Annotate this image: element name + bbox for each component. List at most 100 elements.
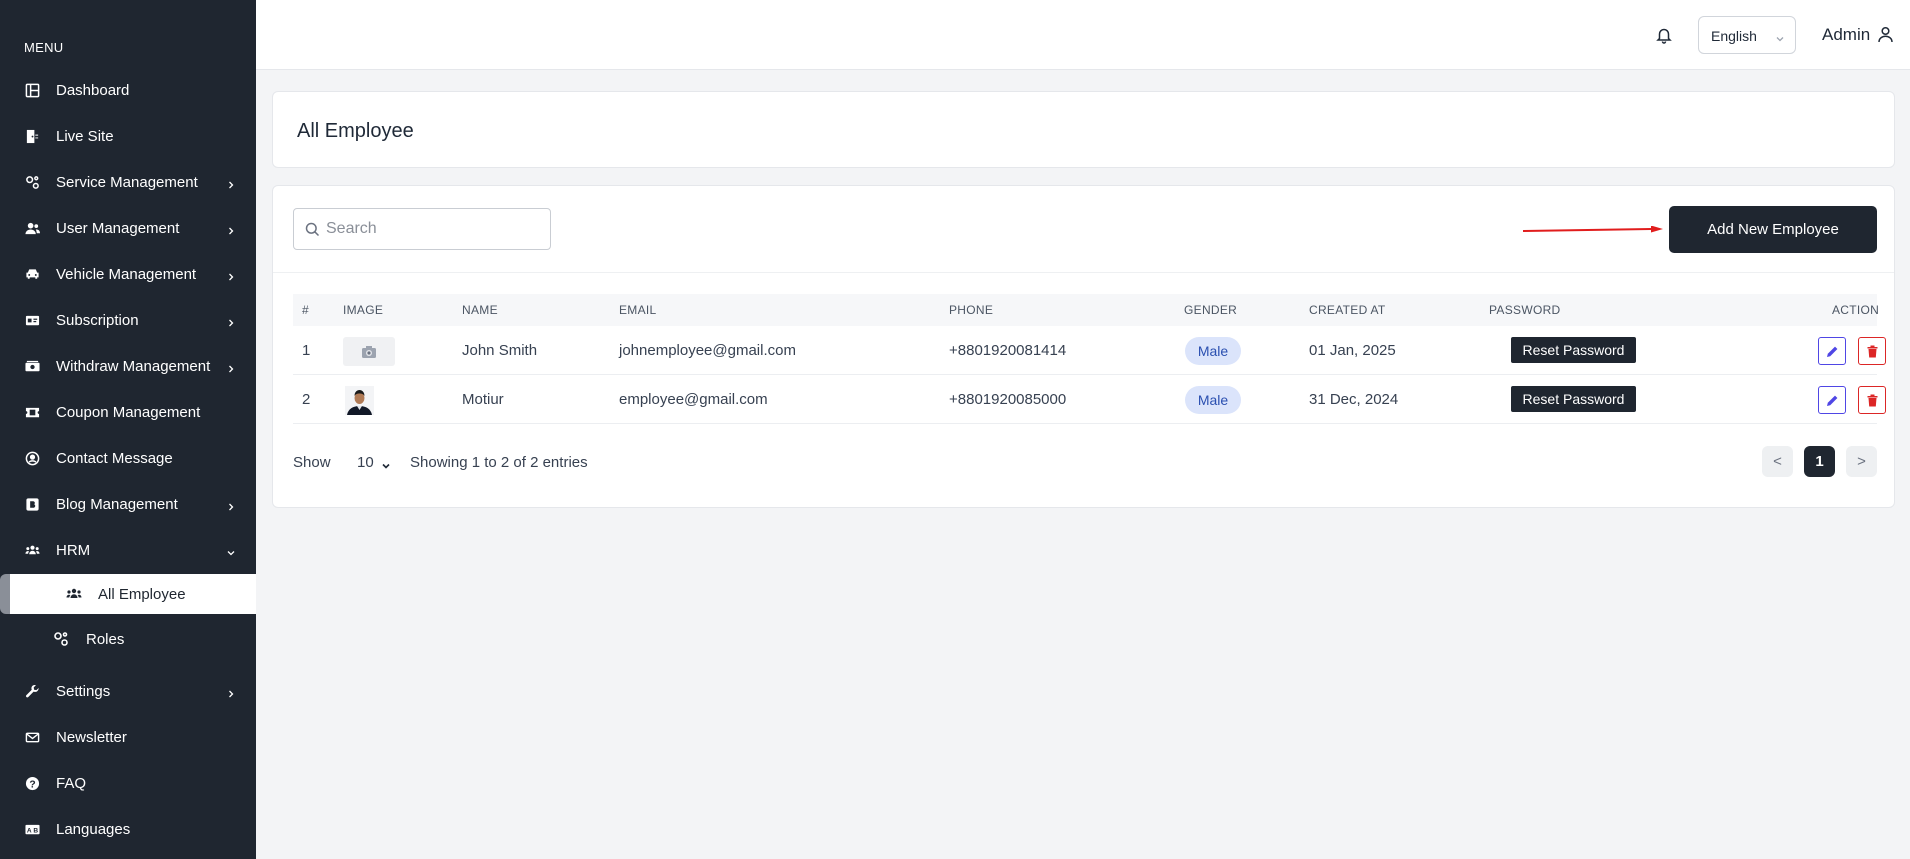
sidebar-item-label: HRM	[56, 541, 91, 559]
pagination-page-current[interactable]: 1	[1804, 446, 1835, 477]
sidebar-item-subscription[interactable]: Subscription	[0, 300, 256, 340]
sidebar-item-label: User Management	[56, 219, 180, 237]
blog-icon	[24, 496, 40, 512]
employee-email: employee@gmail.com	[619, 391, 768, 408]
sidebar-subitem-all-employee[interactable]: All Employee	[0, 574, 256, 614]
sidebar-item-withdraw-management[interactable]: Withdraw Management	[0, 346, 256, 386]
employee-name: Motiur	[462, 391, 504, 408]
sidebar-item-blog-management[interactable]: Blog Management	[0, 484, 256, 524]
employee-email: johnemployee@gmail.com	[619, 342, 796, 359]
chevron-down-icon	[381, 458, 391, 469]
id-card-icon	[24, 312, 40, 328]
employee-created-at: 31 Dec, 2024	[1309, 391, 1399, 408]
column-header-email: EMAIL	[619, 303, 657, 317]
employee-name: John Smith	[462, 342, 538, 359]
search-box[interactable]	[293, 208, 551, 250]
row-index: 2	[302, 391, 311, 408]
chevron-down-icon	[226, 545, 236, 556]
entries-info: Showing 1 to 2 of 2 entries	[410, 454, 588, 471]
people-group-icon	[24, 542, 40, 558]
delete-button[interactable]	[1858, 386, 1886, 414]
sidebar-subitem-label: Roles	[86, 630, 125, 648]
sidebar-item-hrm[interactable]: HRM	[0, 530, 256, 570]
sidebar-item-languages[interactable]: AB Languages	[0, 809, 256, 849]
chevron-right-icon	[226, 686, 236, 698]
sidebar-item-label: Dashboard	[56, 81, 130, 99]
employee-table-card: Add New Employee # IMAGE NAME EMAIL PHON…	[272, 185, 1895, 508]
users-icon	[66, 586, 82, 602]
user-menu-label[interactable]: Admin	[1822, 25, 1870, 45]
chevron-down-icon	[1775, 31, 1785, 42]
gears-icon	[24, 174, 40, 190]
gears-icon	[53, 631, 69, 647]
pagination-prev[interactable]: <	[1762, 446, 1793, 477]
row-index: 1	[302, 342, 311, 359]
column-header-gender: GENDER	[1184, 303, 1238, 317]
sidebar-item-label: Newsletter	[56, 728, 127, 746]
add-new-employee-button[interactable]: Add New Employee	[1669, 206, 1877, 253]
sidebar-item-contact-message[interactable]: Contact Message	[0, 438, 256, 478]
svg-text:B: B	[33, 827, 38, 834]
chevron-right-icon	[226, 499, 236, 511]
pencil-icon	[1826, 346, 1837, 357]
users-icon	[24, 220, 40, 236]
table-row: 2 Motiur employee@gmail.com +88019200850…	[293, 375, 1886, 424]
wrench-icon	[24, 683, 40, 699]
annotation-arrow	[1523, 226, 1663, 233]
sidebar-item-faq[interactable]: ? FAQ	[0, 763, 256, 803]
sidebar-item-label: Withdraw Management	[56, 357, 211, 375]
chevron-right-icon	[226, 223, 236, 235]
page-size-select[interactable]: 10	[349, 446, 395, 476]
contact-icon	[24, 450, 40, 466]
sidebar-item-label: Vehicle Management	[56, 265, 197, 283]
table-header: # IMAGE NAME EMAIL PHONE GENDER CREATED …	[293, 294, 1880, 326]
sidebar-item-user-management[interactable]: User Management	[0, 208, 256, 248]
envelope-icon	[24, 729, 40, 745]
sidebar-item-label: Languages	[56, 820, 131, 838]
reset-password-button[interactable]: Reset Password	[1511, 337, 1636, 363]
sidebar-item-vehicle-management[interactable]: Vehicle Management	[0, 254, 256, 294]
employee-phone: +8801920085000	[949, 391, 1067, 408]
edit-button[interactable]	[1818, 386, 1846, 414]
question-circle-icon: ?	[24, 775, 40, 791]
column-header-index: #	[302, 303, 309, 317]
column-header-action: ACTION	[1832, 303, 1880, 317]
column-header-created-at: CREATED AT	[1309, 303, 1386, 317]
sidebar-subitem-roles[interactable]: Roles	[0, 619, 256, 659]
sidebar-item-dashboard[interactable]: Dashboard	[0, 70, 256, 110]
reset-password-button[interactable]: Reset Password	[1511, 386, 1636, 412]
pagination-next[interactable]: >	[1846, 446, 1877, 477]
sidebar-item-label: Service Management	[56, 173, 198, 191]
sidebar-item-label: Coupon Management	[56, 403, 201, 421]
chevron-right-icon	[226, 269, 236, 281]
sidebar-item-newsletter[interactable]: Newsletter	[0, 717, 256, 757]
sidebar-item-settings[interactable]: Settings	[0, 671, 256, 711]
sidebar-item-service-management[interactable]: Service Management	[0, 162, 256, 202]
sidebar-item-label: Live Site	[56, 127, 114, 145]
column-header-image: IMAGE	[343, 303, 384, 317]
car-icon	[24, 266, 40, 282]
search-icon	[305, 222, 320, 237]
bell-icon[interactable]	[1655, 26, 1673, 44]
sidebar-item-label: Settings	[56, 682, 111, 700]
page-title-card: All Employee	[272, 91, 1895, 168]
edit-button[interactable]	[1818, 337, 1846, 365]
pencil-icon	[1826, 395, 1837, 406]
employee-phone: +8801920081414	[949, 342, 1067, 359]
svg-text:?: ?	[29, 779, 35, 790]
chevron-right-icon	[226, 361, 236, 373]
sidebar-item-live-site[interactable]: Live Site	[0, 116, 256, 156]
language-select[interactable]: English	[1698, 16, 1796, 54]
dashboard-icon	[24, 82, 40, 98]
sidebar-item-label: FAQ	[56, 774, 87, 792]
column-header-password: PASSWORD	[1489, 303, 1561, 317]
search-input[interactable]	[326, 217, 541, 241]
sidebar-item-label: Blog Management	[56, 495, 178, 513]
language-icon: AB	[24, 821, 40, 837]
table-row: 1 John Smith johnemployee@gmail.com +880…	[293, 326, 1886, 375]
menu-label: MENU	[24, 40, 64, 55]
sidebar-item-coupon-management[interactable]: Coupon Management	[0, 392, 256, 432]
column-header-name: NAME	[462, 303, 498, 317]
delete-button[interactable]	[1858, 337, 1886, 365]
user-icon[interactable]	[1877, 26, 1894, 43]
